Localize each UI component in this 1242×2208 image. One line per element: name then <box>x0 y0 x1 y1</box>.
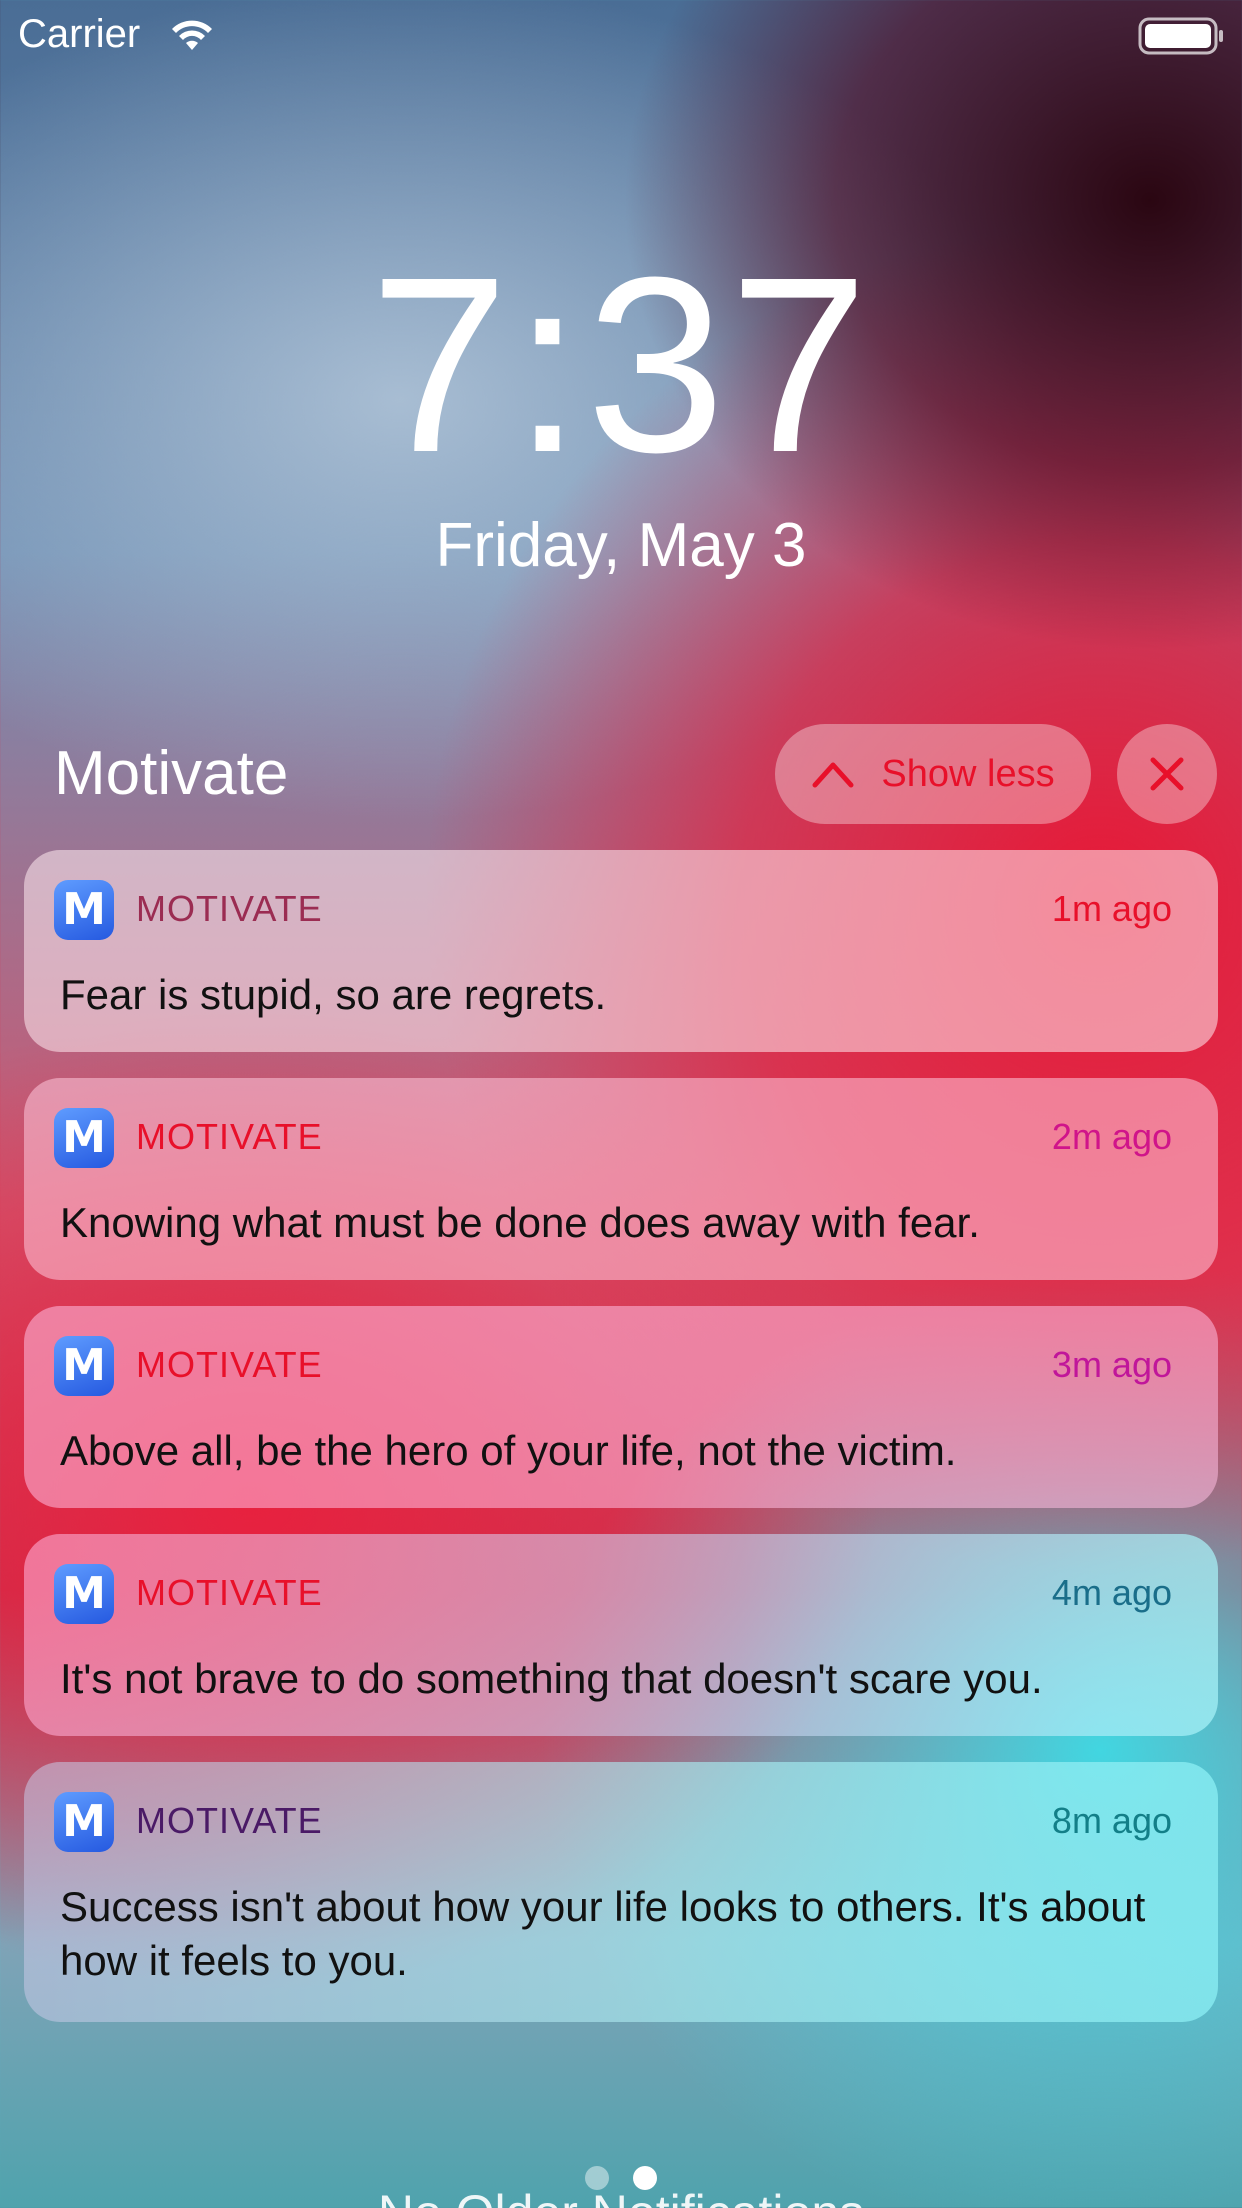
notification-time: 3m ago <box>1051 1344 1172 1385</box>
show-less-label: Show less <box>881 752 1055 795</box>
close-icon <box>1150 757 1184 791</box>
notification-message: Above all, be the hero of your life, not… <box>60 1427 957 1474</box>
lock-screen-date: Friday, May 3 <box>435 511 807 580</box>
notification-group-title: Motivate <box>54 739 289 808</box>
notification-time: 2m ago <box>1051 1116 1172 1157</box>
notification-card[interactable]: M MOTIVATE 3m ago Above all, be the hero… <box>24 1306 1218 1508</box>
lock-screen-clock: 7:37 <box>369 225 873 504</box>
notification-card[interactable]: M MOTIVATE 2m ago Knowing what must be d… <box>24 1078 1218 1280</box>
status-bar: Carrier <box>0 0 1242 70</box>
notification-message: It's not brave to do something that does… <box>60 1655 1043 1702</box>
app-icon: M <box>54 1792 114 1852</box>
wifi-icon <box>172 20 212 50</box>
notification-card[interactable]: M MOTIVATE 8m ago Success isn't about ho… <box>24 1762 1218 2022</box>
app-icon: M <box>54 880 114 940</box>
battery-icon <box>1138 17 1223 55</box>
notification-message: Fear is stupid, so are regrets. <box>60 971 607 1018</box>
app-icon-letter: M <box>62 884 106 935</box>
notification-app-name: MOTIVATE <box>136 888 323 929</box>
clear-group-button[interactable] <box>1117 724 1217 824</box>
app-icon-letter: M <box>62 1796 106 1847</box>
carrier-label: Carrier <box>18 12 141 56</box>
app-icon: M <box>54 1336 114 1396</box>
show-less-button[interactable]: Show less <box>775 724 1091 824</box>
notification-card[interactable]: M MOTIVATE 4m ago It's not brave to do s… <box>24 1534 1218 1736</box>
notification-time: 8m ago <box>1051 1800 1172 1841</box>
notification-app-name: MOTIVATE <box>136 1572 323 1613</box>
notification-app-name: MOTIVATE <box>136 1344 323 1385</box>
notification-app-name: MOTIVATE <box>136 1800 323 1841</box>
chevron-up-icon <box>812 762 854 788</box>
app-icon-letter: M <box>62 1568 106 1619</box>
notification-time: 4m ago <box>1051 1572 1172 1613</box>
notification-message: Knowing what must be done does away with… <box>60 1199 980 1246</box>
app-icon: M <box>54 1108 114 1168</box>
no-older-notifications-label: No Older Notifications <box>0 2184 1242 2208</box>
notification-app-name: MOTIVATE <box>136 1116 323 1157</box>
notification-card[interactable]: M MOTIVATE 1m ago Fear is stupid, so are… <box>24 850 1218 1052</box>
app-icon-letter: M <box>62 1340 106 1391</box>
notification-message: Success isn't about how your life looks … <box>60 1883 1146 1984</box>
app-icon: M <box>54 1564 114 1624</box>
notification-time: 1m ago <box>1051 888 1172 929</box>
app-icon-letter: M <box>62 1112 106 1163</box>
